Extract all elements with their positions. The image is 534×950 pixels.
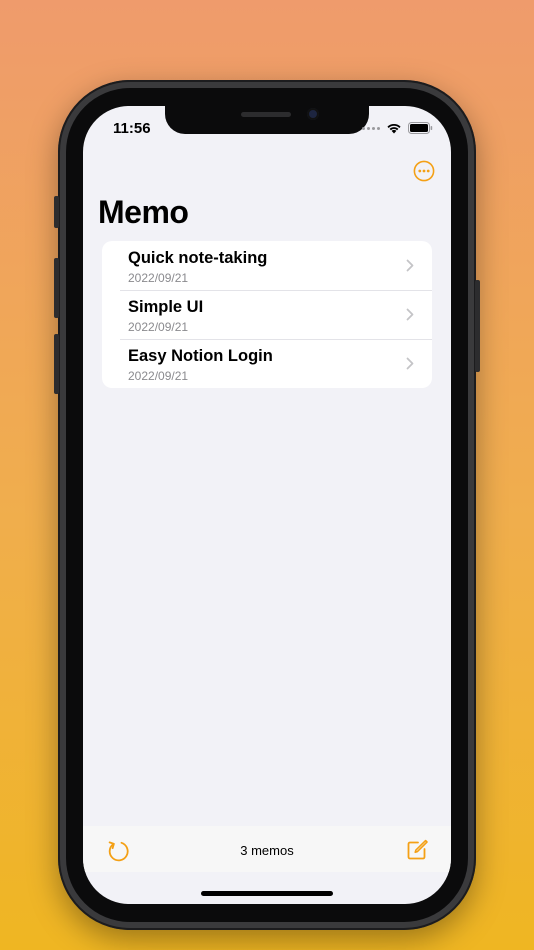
memo-title: Quick note-taking [128, 249, 268, 267]
memo-row-easy-notion-login[interactable]: Easy Notion Login 2022/09/21 [102, 339, 432, 388]
mute-switch [54, 196, 59, 228]
status-icons [362, 122, 433, 134]
page-title: Memo [98, 194, 189, 230]
memo-row-quick-note-taking[interactable]: Quick note-taking 2022/09/21 [102, 241, 432, 290]
chevron-right-icon [406, 357, 414, 370]
app-screen: 11:56 Memo Quick note-taking 2022/09/21 [83, 106, 451, 904]
volume-up-button [54, 258, 59, 318]
memo-date: 2022/09/21 [128, 369, 189, 383]
speaker-grille [241, 112, 291, 117]
memo-date: 2022/09/21 [128, 320, 189, 334]
notch [165, 106, 369, 134]
chevron-right-icon [406, 308, 414, 321]
ellipsis-circle-icon[interactable] [413, 160, 435, 182]
memo-row-simple-ui[interactable]: Simple UI 2022/09/21 [102, 290, 432, 339]
battery-icon [408, 122, 433, 134]
volume-down-button [54, 334, 59, 394]
bottom-toolbar: 3 memos [83, 826, 451, 872]
memo-count: 3 memos [240, 843, 294, 858]
memo-title: Simple UI [128, 298, 204, 316]
status-time: 11:56 [113, 120, 151, 137]
home-indicator[interactable] [201, 891, 333, 896]
memo-date: 2022/09/21 [128, 271, 189, 285]
wifi-icon [387, 123, 401, 134]
compose-icon[interactable] [405, 838, 429, 862]
power-button [475, 280, 480, 372]
memo-list: Quick note-taking 2022/09/21 Simple UI 2… [102, 241, 432, 388]
cellular-signal-icon [362, 126, 380, 130]
front-camera [307, 108, 319, 120]
memo-title: Easy Notion Login [128, 347, 273, 365]
chevron-right-icon [406, 259, 414, 272]
